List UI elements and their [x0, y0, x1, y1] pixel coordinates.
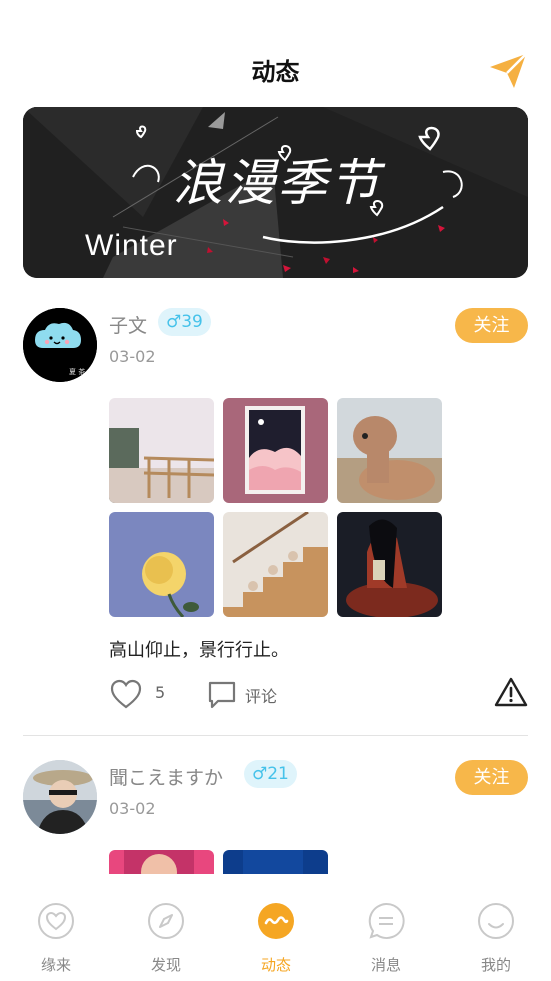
warning-icon[interactable] — [494, 676, 528, 708]
post-photo[interactable] — [223, 850, 328, 874]
heart-icon[interactable] — [110, 679, 142, 709]
tab-wode[interactable]: 我的 — [456, 902, 536, 975]
comment-label[interactable]: 评论 — [245, 683, 277, 707]
comment-icon[interactable] — [207, 680, 237, 710]
divider — [23, 735, 528, 736]
avatar[interactable] — [23, 760, 97, 834]
tab-label: 缘来 — [40, 956, 71, 974]
tab-dongtai[interactable]: 动态 — [236, 902, 316, 975]
follow-button[interactable]: 关注 — [455, 760, 528, 795]
banner-title: 浪漫季节 — [173, 154, 381, 212]
post-photo[interactable] — [109, 850, 214, 874]
banner[interactable]: 浪漫季节 Winter — [23, 107, 528, 278]
gender-age-badge: ♂21 — [244, 760, 297, 788]
paper-plane-icon[interactable] — [487, 50, 529, 92]
post-photo[interactable] — [223, 398, 328, 503]
gender-age-badge: ♂39 — [158, 308, 211, 336]
post-card: 夏 茶 子文 ♂39 03-02 关注 高山仰止，景行行止。 5 评论 — [0, 290, 551, 736]
header: 动态 — [0, 0, 551, 100]
tab-label: 发现 — [150, 956, 181, 974]
tab-label: 我的 — [480, 956, 511, 974]
post-date: 03-02 — [109, 347, 156, 366]
post-photo[interactable] — [337, 512, 442, 617]
like-count: 5 — [155, 683, 166, 702]
moments-icon — [258, 903, 294, 939]
post-photo[interactable] — [109, 398, 214, 503]
tab-xiaoxi[interactable]: 消息 — [346, 902, 426, 975]
username: 聞こえますか — [109, 767, 224, 789]
post-photo[interactable] — [337, 398, 442, 503]
tab-faxian[interactable]: 发现 — [126, 902, 206, 975]
profile-icon — [478, 903, 514, 939]
post-date: 03-02 — [109, 799, 156, 818]
post-photo[interactable] — [109, 512, 214, 617]
tab-yuanlai[interactable]: 缘来 — [16, 902, 96, 975]
page-title: 动态 — [251, 58, 300, 86]
tab-label: 动态 — [260, 956, 291, 974]
compass-icon — [148, 903, 184, 939]
post-card: 聞こえますか ♂21 03-02 关注 — [0, 742, 551, 874]
heart-icon — [38, 903, 74, 939]
follow-button[interactable]: 关注 — [455, 308, 528, 343]
post-text: 高山仰止，景行行止。 — [109, 640, 289, 661]
avatar[interactable]: 夏 茶 — [23, 308, 97, 382]
svg-text:夏 茶: 夏 茶 — [69, 367, 85, 376]
post-photo[interactable] — [223, 512, 328, 617]
banner-subtitle: Winter — [85, 229, 178, 262]
tab-label: 消息 — [370, 956, 401, 974]
feed: 夏 茶 子文 ♂39 03-02 关注 高山仰止，景行行止。 5 评论 聞こえま… — [0, 290, 551, 874]
bottom-tab-bar: 缘来 发现 动态 消息 我的 — [0, 874, 551, 981]
username: 子文 — [109, 315, 148, 337]
message-icon — [368, 902, 405, 939]
